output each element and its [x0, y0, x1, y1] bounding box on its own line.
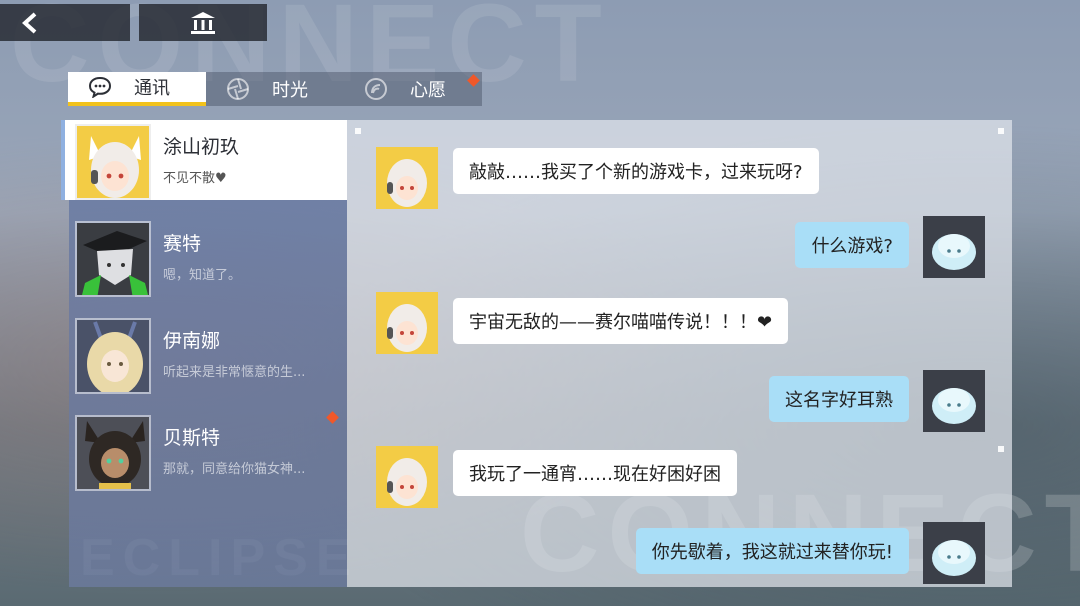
avatar — [75, 415, 151, 491]
frame-corner — [355, 128, 361, 134]
wish-icon — [364, 77, 388, 101]
message-bubble-outgoing: 什么游戏? — [795, 222, 909, 268]
tab-time[interactable]: 时光 — [206, 72, 344, 106]
contact-item-beisite[interactable]: 贝斯特 那就，同意给你猫女神... — [69, 411, 347, 491]
avatar — [75, 318, 151, 394]
contact-item-tushan[interactable]: 涂山初玖 不见不散♥ — [61, 120, 347, 200]
tab-wish[interactable]: 心愿 — [344, 72, 482, 106]
contact-name: 赛特 — [163, 233, 202, 255]
home-button[interactable] — [139, 4, 267, 41]
message-bubble-outgoing: 这名字好耳熟 — [769, 376, 909, 422]
avatar — [376, 292, 438, 354]
notification-badge — [467, 74, 480, 87]
contact-preview: 不见不散♥ — [163, 171, 227, 186]
contact-list: 涂山初玖 不见不散♥ 赛特 嗯，知道了。 伊南娜 听起来是非常惬意的生... 贝… — [61, 120, 347, 587]
back-arrow-icon — [22, 12, 37, 33]
chat-icon — [88, 75, 112, 99]
avatar — [923, 522, 985, 584]
contact-preview: 听起来是非常惬意的生... — [163, 365, 306, 380]
message-bubble-outgoing: 你先歇着，我这就过来替你玩! — [635, 528, 909, 574]
avatar — [75, 221, 151, 297]
contact-preview: 那就，同意给你猫女神... — [163, 462, 306, 477]
avatar — [75, 124, 151, 200]
notification-badge — [326, 411, 339, 424]
contact-name: 贝斯特 — [163, 427, 221, 449]
contact-name: 伊南娜 — [163, 330, 221, 352]
contact-item-sete[interactable]: 赛特 嗯，知道了。 — [69, 217, 347, 297]
avatar — [923, 216, 985, 278]
back-button[interactable] — [0, 4, 130, 41]
message-bubble-incoming: 我玩了一通宵……现在好困好困 — [453, 450, 737, 496]
contact-preview: 嗯，知道了。 — [163, 268, 242, 283]
tab-messages[interactable]: 通讯 — [68, 72, 206, 106]
museum-icon — [191, 11, 215, 34]
contact-name: 涂山初玖 — [163, 136, 240, 158]
aperture-icon — [226, 77, 250, 101]
contact-item-yinanna[interactable]: 伊南娜 听起来是非常惬意的生... — [69, 314, 347, 394]
tab-time-label: 时光 — [272, 80, 308, 101]
message-bubble-incoming: 敲敲……我买了个新的游戏卡，过来玩呀? — [453, 148, 819, 194]
chat-panel[interactable]: 敲敲……我买了个新的游戏卡，过来玩呀? 什么游戏? 宇宙无敌的——赛尔喵喵传说！… — [347, 120, 1012, 587]
avatar — [376, 446, 438, 508]
avatar — [376, 147, 438, 209]
avatar — [923, 370, 985, 432]
frame-corner — [998, 128, 1004, 134]
tab-wish-label: 心愿 — [410, 80, 446, 101]
tab-bar: 通讯 时光 心愿 — [68, 72, 482, 106]
frame-corner — [998, 446, 1004, 452]
message-bubble-incoming: 宇宙无敌的——赛尔喵喵传说！！！❤ — [453, 298, 789, 344]
tab-messages-label: 通讯 — [134, 78, 170, 99]
